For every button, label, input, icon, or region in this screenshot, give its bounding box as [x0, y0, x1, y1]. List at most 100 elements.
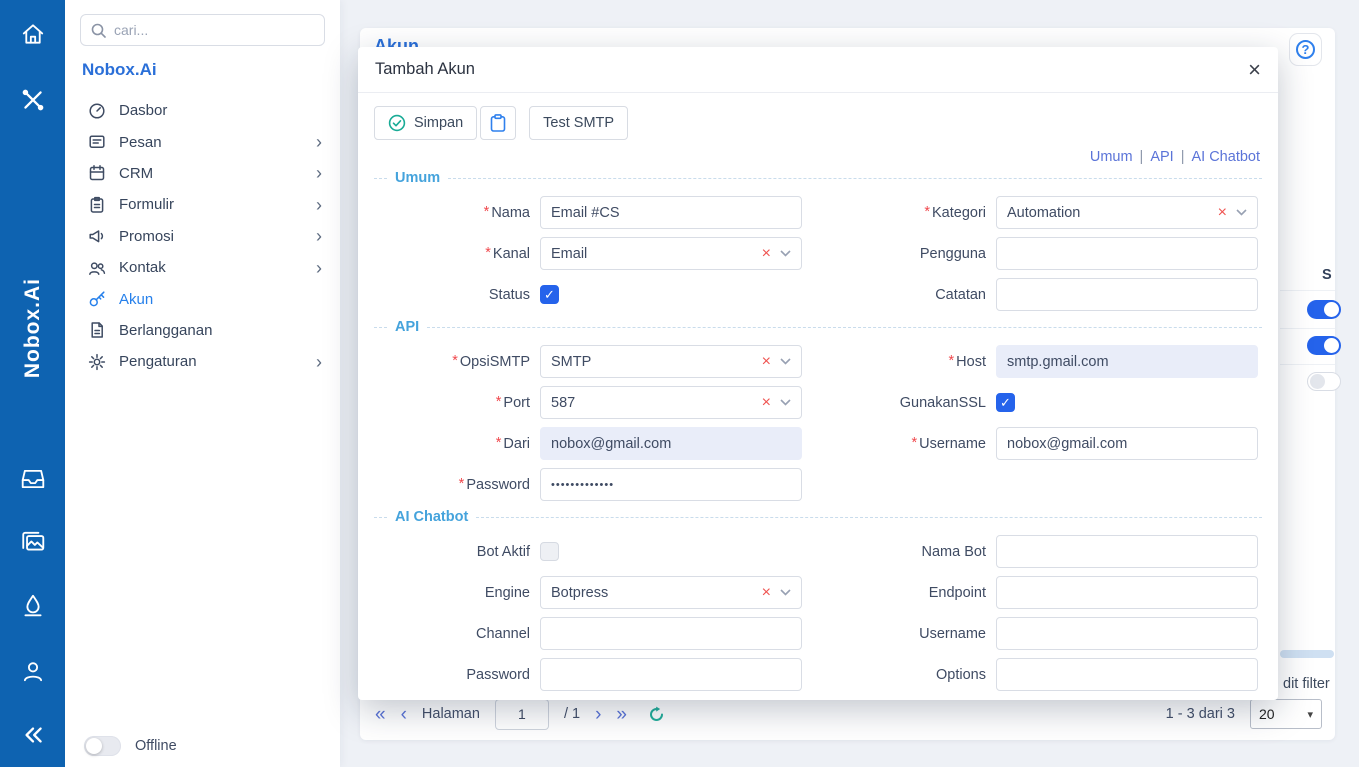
prev-page-icon[interactable]: ‹ — [401, 705, 407, 724]
ai-username-input[interactable] — [996, 617, 1258, 650]
ai-password-label: Password — [374, 667, 532, 683]
contacts-icon — [88, 259, 106, 277]
endpoint-label: Endpoint — [810, 585, 988, 601]
sidebar-item-pengaturan[interactable]: Pengaturan › — [65, 346, 340, 377]
dari-label: Dari — [374, 436, 532, 452]
test-smtp-button[interactable]: Test SMTP — [529, 106, 628, 140]
row-status-toggle[interactable] — [1307, 336, 1341, 355]
modal-toolbar: Simpan Test SMTP — [374, 106, 1262, 140]
clear-icon[interactable]: × — [762, 354, 771, 370]
last-page-icon[interactable]: » — [616, 705, 627, 724]
row-status-toggle[interactable] — [1307, 372, 1341, 391]
brand: Nobox.Ai — [82, 60, 157, 80]
chevron-down-icon — [780, 589, 791, 596]
kanal-select[interactable]: Email × — [540, 237, 802, 270]
chevron-right-icon: › — [316, 133, 322, 151]
page-label: Halaman — [422, 706, 480, 722]
chevron-right-icon: › — [316, 353, 322, 371]
page-size-select[interactable]: 20 ▾ — [1250, 699, 1322, 729]
offline-toggle[interactable] — [84, 736, 121, 756]
nama-input[interactable] — [540, 196, 802, 229]
refresh-icon[interactable] — [648, 706, 665, 723]
edit-filter-label: dit filter — [1283, 676, 1330, 692]
sidebar-item-label: Kontak — [119, 259, 303, 276]
catatan-input[interactable] — [996, 278, 1258, 311]
bot-aktif-checkbox[interactable]: ✓ — [540, 542, 559, 561]
message-icon — [88, 133, 106, 151]
chevron-right-icon: › — [316, 227, 322, 245]
port-select[interactable]: 587 × — [540, 386, 802, 419]
sidebar-item-akun[interactable]: Akun — [65, 283, 340, 314]
api-password-input[interactable] — [540, 468, 802, 501]
search-box — [80, 14, 325, 46]
ink-drop-icon[interactable] — [0, 592, 65, 618]
opsismtp-select[interactable]: SMTP × — [540, 345, 802, 378]
engine-select[interactable]: Botpress × — [540, 576, 802, 609]
sidebar-item-dasbor[interactable]: Dasbor — [65, 95, 340, 126]
nama-bot-input[interactable] — [996, 535, 1258, 568]
api-username-input[interactable] — [996, 427, 1258, 460]
inbox-icon[interactable] — [0, 466, 65, 492]
clear-icon[interactable]: × — [1218, 205, 1227, 221]
sidebar-item-berlangganan[interactable]: Berlangganan — [65, 315, 340, 346]
search-input[interactable] — [114, 22, 314, 38]
close-icon[interactable]: × — [1248, 59, 1261, 81]
chevron-down-icon — [780, 399, 791, 406]
catatan-label: Catatan — [810, 287, 988, 303]
next-page-icon[interactable]: › — [595, 705, 601, 724]
ai-password-input[interactable] — [540, 658, 802, 691]
save-button[interactable]: Simpan — [374, 106, 477, 140]
user-icon[interactable] — [0, 658, 65, 684]
gunakanssl-checkbox[interactable]: ✓ — [996, 393, 1015, 412]
chevron-down-icon — [1236, 209, 1247, 216]
caret-down-icon: ▾ — [1307, 708, 1313, 721]
chevron-down-icon — [780, 358, 791, 365]
sidebar-item-formulir[interactable]: Formulir › — [65, 189, 340, 220]
copy-button[interactable] — [480, 106, 516, 140]
sidebar-item-kontak[interactable]: Kontak › — [65, 252, 340, 283]
channel-input[interactable] — [540, 617, 802, 650]
question-circle-icon: ? — [1296, 40, 1315, 59]
bot-aktif-label: Bot Aktif — [374, 544, 532, 560]
section-api-legend: API — [374, 319, 1262, 335]
sidebar-item-label: Pengaturan — [119, 353, 303, 370]
table-hscrollbar[interactable] — [1280, 650, 1334, 658]
gear-icon — [88, 353, 106, 371]
sidebar-item-promosi[interactable]: Promosi › — [65, 221, 340, 252]
options-input[interactable] — [996, 658, 1258, 691]
gallery-icon[interactable] — [0, 529, 65, 555]
pengguna-label: Pengguna — [810, 246, 988, 262]
kategori-select[interactable]: Automation × — [996, 196, 1258, 229]
first-page-icon[interactable]: « — [375, 705, 386, 724]
link-api[interactable]: API — [1150, 149, 1173, 165]
help-button[interactable]: ? — [1289, 33, 1322, 66]
link-umum[interactable]: Umum — [1090, 149, 1133, 165]
tools-icon[interactable] — [0, 87, 65, 113]
clear-icon[interactable]: × — [762, 395, 771, 411]
clear-icon[interactable]: × — [762, 585, 771, 601]
host-input[interactable] — [996, 345, 1258, 378]
endpoint-input[interactable] — [996, 576, 1258, 609]
key-icon — [88, 290, 106, 308]
pagination-bar: « ‹ Halaman / 1 › » 1 - 3 dari 3 20 ▾ — [375, 697, 1322, 731]
clipboard-icon — [490, 114, 506, 132]
sidebar-item-label: Formulir — [119, 196, 303, 213]
modal-body: Simpan Test SMTP Umum | API | AI Chatbot… — [358, 93, 1278, 691]
section-umum-legend: Umum — [374, 170, 1262, 186]
status-checkbox[interactable]: ✓ — [540, 285, 559, 304]
offline-control: Offline — [84, 736, 177, 756]
sidebar-item-pesan[interactable]: Pesan › — [65, 126, 340, 157]
home-icon[interactable] — [0, 21, 65, 47]
dari-input[interactable] — [540, 427, 802, 460]
pengguna-input[interactable] — [996, 237, 1258, 270]
api-password-label: Password — [374, 477, 532, 493]
sidebar-item-crm[interactable]: CRM › — [65, 158, 340, 189]
status-label: Status — [374, 287, 532, 303]
link-ai-chatbot[interactable]: AI Chatbot — [1191, 149, 1260, 165]
page-number-input[interactable] — [495, 699, 549, 730]
chevron-right-icon: › — [316, 259, 322, 277]
options-label: Options — [810, 667, 988, 683]
collapse-sidebar-icon[interactable] — [0, 721, 65, 749]
clear-icon[interactable]: × — [762, 246, 771, 262]
row-status-toggle[interactable] — [1307, 300, 1341, 319]
